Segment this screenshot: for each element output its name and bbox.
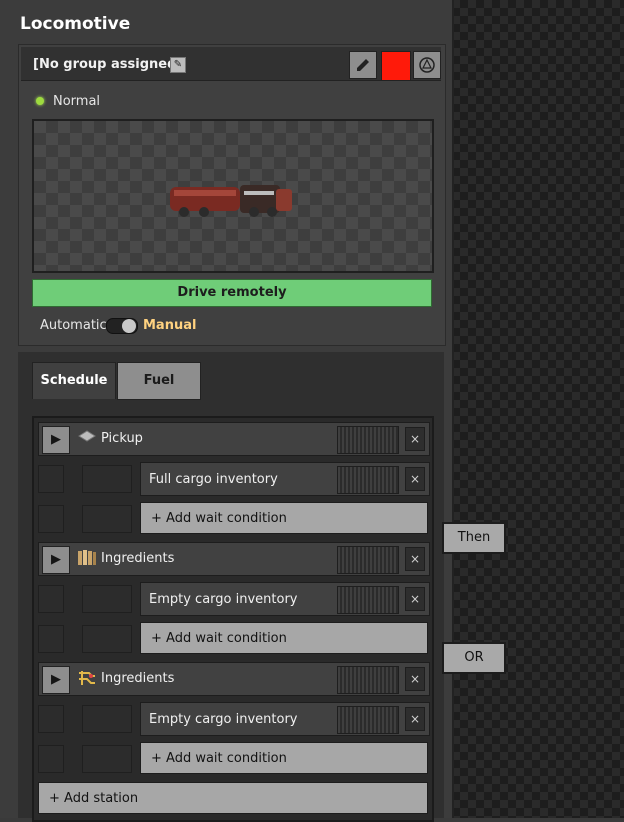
status-text: Normal xyxy=(53,94,101,109)
progress-bar xyxy=(337,586,399,614)
progress-bar xyxy=(337,466,399,494)
progress-bar xyxy=(337,426,399,454)
condition-slot xyxy=(38,465,64,493)
locomotive-icon xyxy=(170,185,292,217)
condition-slot xyxy=(38,585,64,613)
station-row[interactable]: ▶ Pickup × xyxy=(38,422,430,456)
wait-condition-row[interactable]: Empty cargo inventory × xyxy=(140,702,430,736)
close-icon[interactable]: × xyxy=(405,707,425,731)
plate-icon xyxy=(77,429,97,449)
station-name: Ingredients xyxy=(101,671,175,686)
play-icon[interactable]: ▶ xyxy=(42,426,70,454)
drive-remotely-button[interactable]: Drive remotely xyxy=(32,279,432,307)
condition-slot xyxy=(82,705,132,733)
window-title: Locomotive xyxy=(20,14,131,34)
condition-slot xyxy=(82,625,132,653)
or-button[interactable]: OR xyxy=(442,642,506,674)
add-wait-condition-button[interactable]: + Add wait condition xyxy=(140,742,428,774)
station-name: Ingredients xyxy=(101,551,175,566)
condition-slot xyxy=(82,585,132,613)
add-station-button[interactable]: + Add station xyxy=(38,782,428,814)
progress-bar xyxy=(337,666,399,694)
schedule-list: ▶ Pickup × Full cargo inventory × + Add … xyxy=(32,416,434,822)
close-icon[interactable]: × xyxy=(405,467,425,491)
station-name: Pickup xyxy=(101,431,143,446)
color-picker-button[interactable] xyxy=(381,51,411,81)
manual-label: Manual xyxy=(143,318,197,333)
group-label: [No group assigned] xyxy=(33,57,183,72)
wait-condition-row[interactable]: Full cargo inventory × xyxy=(140,462,430,496)
gps-target-icon[interactable] xyxy=(413,51,441,79)
locomotive-preview[interactable] xyxy=(32,119,434,273)
mode-toggle[interactable] xyxy=(106,318,138,334)
progress-bar xyxy=(337,546,399,574)
close-icon[interactable]: × xyxy=(405,587,425,611)
play-icon[interactable]: ▶ xyxy=(42,546,70,574)
eyedropper-icon[interactable] xyxy=(349,51,377,79)
condition-slot xyxy=(38,705,64,733)
close-icon[interactable]: × xyxy=(405,667,425,691)
tab-fuel[interactable]: Fuel xyxy=(117,362,201,400)
condition-label: Empty cargo inventory xyxy=(149,592,298,607)
play-icon[interactable]: ▶ xyxy=(42,666,70,694)
close-icon[interactable]: × xyxy=(405,547,425,571)
background-checker xyxy=(452,0,624,818)
station-row[interactable]: ▶ Ingredients × xyxy=(38,662,430,696)
wait-condition-row[interactable]: Empty cargo inventory × xyxy=(140,582,430,616)
condition-slot xyxy=(38,505,64,533)
tabs-area: Schedule Fuel ▶ Pickup × Full cargo inve… xyxy=(18,352,444,822)
add-wait-condition-button[interactable]: + Add wait condition xyxy=(140,622,428,654)
progress-bar xyxy=(337,706,399,734)
condition-label: Empty cargo inventory xyxy=(149,712,298,727)
locomotive-panel: [No group assigned] ✎ Normal Drive remot… xyxy=(18,44,446,346)
condition-slot xyxy=(38,625,64,653)
condition-slot xyxy=(82,505,132,533)
ingredients-icon xyxy=(77,549,97,569)
condition-slot xyxy=(82,465,132,493)
condition-slot xyxy=(82,745,132,773)
group-bar: [No group assigned] ✎ xyxy=(21,47,441,81)
pencil-icon[interactable]: ✎ xyxy=(170,57,186,73)
circuit-icon xyxy=(77,669,97,689)
then-button[interactable]: Then xyxy=(442,522,506,554)
close-icon[interactable]: × xyxy=(405,427,425,451)
station-row[interactable]: ▶ Ingredients × xyxy=(38,542,430,576)
condition-slot xyxy=(38,745,64,773)
condition-label: Full cargo inventory xyxy=(149,472,278,487)
automatic-label: Automatic xyxy=(40,318,107,333)
tab-schedule[interactable]: Schedule xyxy=(32,362,116,399)
toggle-knob xyxy=(122,319,136,333)
locomotive-window: Locomotive [No group assigned] ✎ Normal xyxy=(0,0,454,822)
add-wait-condition-button[interactable]: + Add wait condition xyxy=(140,502,428,534)
status-indicator-icon xyxy=(36,97,44,105)
